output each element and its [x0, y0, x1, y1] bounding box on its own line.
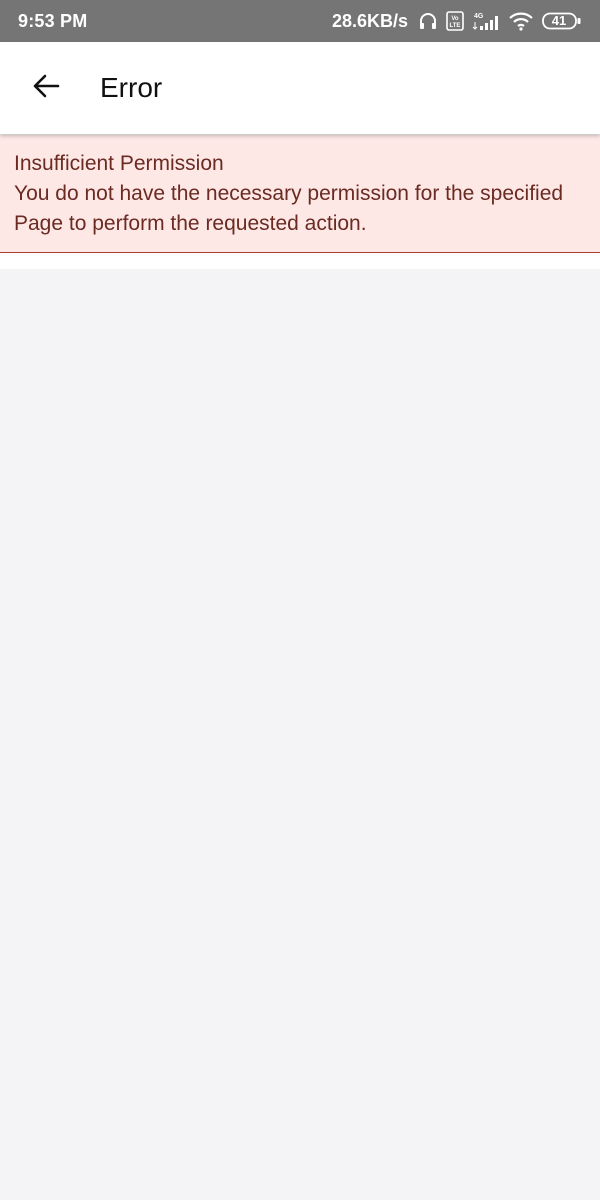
- volte-icon: Vo LTE: [446, 11, 464, 31]
- svg-text:LTE: LTE: [450, 23, 461, 29]
- arrow-left-icon: [31, 71, 61, 105]
- svg-text:4G: 4G: [474, 13, 484, 20]
- status-bar: 9:53 PM 28.6KB/s Vo LTE 4G 41: [0, 0, 600, 42]
- error-banner: Insufficient Permission You do not have …: [0, 135, 600, 253]
- network-speed: 28.6KB/s: [331, 10, 408, 31]
- svg-text:Vo: Vo: [451, 16, 459, 22]
- content-area: [0, 253, 600, 1200]
- status-icons: 28.6KB/s Vo LTE 4G 41: [332, 10, 582, 32]
- battery-icon: 41: [542, 12, 582, 30]
- wifi-icon: [508, 11, 534, 31]
- error-title: Insufficient Permission: [14, 152, 224, 175]
- battery-level: 41: [551, 13, 567, 28]
- error-message: You do not have the necessary permission…: [14, 182, 564, 235]
- status-time: 9:53 PM: [18, 10, 88, 31]
- app-bar: Error: [0, 42, 600, 134]
- page-title: Error: [100, 72, 163, 103]
- back-button[interactable]: [14, 56, 78, 120]
- content-divider: [0, 253, 600, 269]
- headphones-icon: [418, 11, 438, 31]
- signal-4g-icon: 4G: [472, 10, 500, 32]
